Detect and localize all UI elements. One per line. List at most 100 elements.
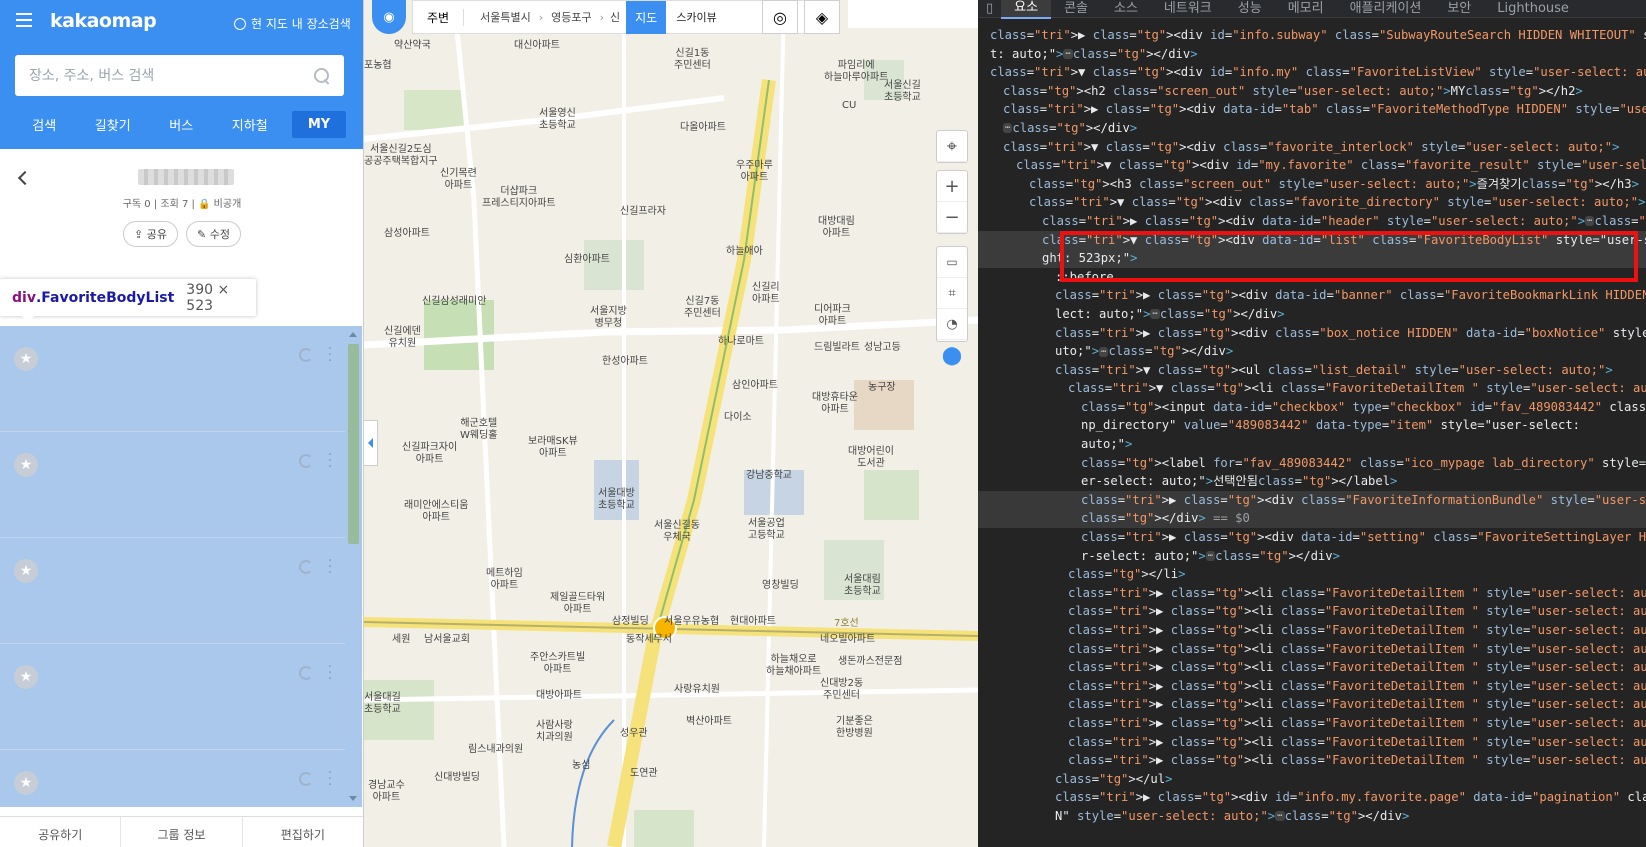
map-poi-label[interactable]: 생돈까스전문점: [838, 656, 902, 668]
map-poi-label[interactable]: 심환아파트: [564, 254, 610, 266]
map-poi-label[interactable]: 세원: [392, 634, 410, 646]
tab-directions[interactable]: 길찾기: [79, 115, 148, 134]
refresh-icon[interactable]: [299, 560, 313, 574]
map-poi-label[interactable]: 신길7동 주민센터: [684, 296, 721, 320]
map-poi-label[interactable]: 대방아파트: [536, 690, 582, 702]
tab-security[interactable]: 보안: [1434, 0, 1484, 18]
tab-bus[interactable]: 버스: [147, 115, 216, 134]
dom-node-line[interactable]: class="tri">▼ class="tg"><li class="Favo…: [978, 379, 1646, 398]
refresh-icon[interactable]: [299, 454, 313, 468]
map-poi-label[interactable]: 서울지방 병무청: [590, 306, 627, 330]
map-poi-label[interactable]: 사랑유치원: [674, 684, 720, 696]
tab-console[interactable]: 콘솔: [1051, 0, 1101, 18]
dom-node-line[interactable]: class="tg"></ul>: [978, 770, 1646, 789]
dom-node-line[interactable]: class="tg"><h2 class="screen_out" style=…: [978, 82, 1646, 101]
pin-marker-icon[interactable]: ⬤: [936, 340, 968, 372]
radius-tool-icon[interactable]: ◔: [937, 309, 967, 340]
map-poi-label[interactable]: CU: [842, 100, 856, 112]
dom-node-line[interactable]: auto;">: [978, 435, 1646, 454]
map-poi-label[interactable]: 신길파크자이 아파트: [402, 442, 457, 466]
refresh-icon[interactable]: [299, 772, 313, 786]
favorite-item[interactable]: ★ · · ·: [0, 432, 345, 538]
tab-search[interactable]: 검색: [10, 115, 79, 134]
map-poi-label[interactable]: 도연관: [630, 768, 658, 780]
edit-list-button[interactable]: 편집하기: [243, 817, 363, 847]
more-options-icon[interactable]: · · ·: [327, 554, 333, 580]
refresh-icon[interactable]: [299, 348, 313, 362]
map-poi-label[interactable]: 서울대방 초등학교: [598, 488, 635, 512]
distance-tool-icon[interactable]: ▭: [937, 247, 967, 278]
nearby-button[interactable]: 주변: [413, 8, 465, 26]
breadcrumb-dong[interactable]: 신: [604, 9, 626, 25]
zoom-out-button[interactable]: −: [937, 202, 967, 233]
map-poi-label[interactable]: 다올아파트: [680, 122, 726, 134]
map-poi-label[interactable]: 경남교수 아파트: [368, 780, 405, 804]
dom-node-line[interactable]: uto;"> ⋯ class="tg"></div>: [978, 342, 1646, 361]
favorite-item[interactable]: ★ · · ·: [0, 750, 345, 807]
dom-node-line[interactable]: class="tri">▶ class="tg"><div id="info.m…: [978, 788, 1646, 807]
tab-my[interactable]: MY: [292, 111, 346, 138]
dom-node-line[interactable]: class="tri">▼ class="tg"><ul class="list…: [978, 361, 1646, 380]
group-info-button[interactable]: 그룹 정보: [121, 817, 243, 847]
map-poi-label[interactable]: 드림빌라트: [814, 342, 860, 354]
breadcrumb-district[interactable]: 영등포구: [543, 9, 599, 25]
map-poi-label[interactable]: 서울공업 고등학교: [748, 518, 785, 542]
dom-node-line[interactable]: r-select: auto;"> ⋯ class="tg"></div>: [978, 547, 1646, 566]
dom-node-line[interactable]: class="tri">▶ class="tg"><li class="Favo…: [978, 677, 1646, 696]
dom-node-line[interactable]: class="tri">▶ class="tg"><li class="Favo…: [978, 602, 1646, 621]
menu-icon[interactable]: [16, 13, 32, 27]
map-poi-label[interactable]: 농구장: [868, 382, 896, 394]
dom-node-line[interactable]: N" style="user-select: auto;"> ⋯ class="tg…: [978, 807, 1646, 826]
dom-node-line[interactable]: class="tri">▶ class="tg"><div class="box…: [978, 324, 1646, 343]
map-poi-label[interactable]: 래미안에스티움 아파트: [404, 500, 468, 524]
map-poi-label[interactable]: 신길에덴 유치원: [384, 326, 421, 350]
map-poi-label[interactable]: 메트하임 아파트: [486, 568, 523, 592]
share-button[interactable]: ⇪ 공유: [123, 221, 178, 247]
map-poi-label[interactable]: 디어파크 아파트: [814, 304, 851, 328]
tab-performance[interactable]: 성능: [1225, 0, 1275, 18]
dom-node-line[interactable]: class="tri">▶ class="tg"><li class="Favo…: [978, 714, 1646, 733]
map-poi-label[interactable]: 대방대림 아파트: [818, 216, 855, 240]
dom-node-line[interactable]: class="tri">▶ class="tg"><li class="Favo…: [978, 658, 1646, 677]
map-poi-label[interactable]: 신대방2동 주민센터: [820, 678, 863, 702]
dom-node-line[interactable]: er-select: auto;">선택안됨class="tg"></label…: [978, 472, 1646, 491]
star-icon[interactable]: ★: [14, 347, 38, 371]
dom-node-line[interactable]: class="tri">▶ class="tg"><div data-id="s…: [978, 528, 1646, 547]
scroll-up-icon[interactable]: [349, 332, 357, 337]
map-poi-label[interactable]: 삼인아파트: [732, 380, 778, 392]
map-poi-label[interactable]: 한성아파트: [602, 356, 648, 368]
map-poi-label[interactable]: 성우관: [620, 728, 648, 740]
map-poi-label[interactable]: 삼정빌딩: [612, 616, 649, 628]
map-poi-label[interactable]: 신길리 아파트: [752, 282, 780, 306]
map-poi-label[interactable]: 농심: [572, 760, 590, 772]
breadcrumb-city[interactable]: 서울특별시: [464, 9, 539, 25]
map-poi-label[interactable]: 성남고등: [864, 342, 901, 354]
dom-node-line[interactable]: class="tg"><input data-id="checkbox" typ…: [978, 398, 1646, 417]
map-poi-label[interactable]: 동작세무서: [626, 634, 672, 646]
tab-application[interactable]: 애플리케이션: [1337, 0, 1435, 18]
map-poi-label[interactable]: 서울대림 초등학교: [844, 574, 881, 598]
edit-button[interactable]: ✎ 수정: [186, 221, 241, 247]
dom-node-line[interactable]: class="tri">▶ class="tg"><div data-id="t…: [978, 100, 1646, 119]
dom-node-line[interactable]: class="tri">▶ class="tg"><li class="Favo…: [978, 733, 1646, 752]
search-icon[interactable]: [314, 67, 330, 84]
kakaomap-logo[interactable]: kakaomap: [50, 10, 157, 32]
map-poi-label[interactable]: 약산약국: [394, 40, 431, 52]
devtools-device-icon[interactable]: ▯: [978, 0, 1001, 18]
map-poi-label[interactable]: 대신아파트: [514, 40, 560, 52]
favorite-item[interactable]: ★ · · ·: [0, 644, 345, 750]
star-icon[interactable]: ★: [14, 665, 38, 689]
map-poi-label[interactable]: 서울신길동 우체국: [654, 520, 700, 544]
tab-network[interactable]: 네트워크: [1151, 0, 1225, 18]
dom-node-line[interactable]: class="tri">▶ class="tg"><li class="Favo…: [978, 695, 1646, 714]
map-poi-label[interactable]: 파임리에 하늘마루아파트: [824, 60, 888, 84]
map-view-button[interactable]: 지도: [626, 0, 667, 34]
map-poi-label[interactable]: 하나로마트: [718, 336, 764, 348]
dom-node-line[interactable]: class="tri">▶ class="tg"><li class="Favo…: [978, 751, 1646, 770]
more-options-icon[interactable]: · · ·: [327, 660, 333, 686]
dom-node-line[interactable]: class="tri">▶ class="tg"><li class="Favo…: [978, 584, 1646, 603]
map-poi-label[interactable]: 현대아파트: [730, 616, 776, 628]
dom-node-line[interactable]: class="tri">▶ class="tg"><div id="info.s…: [978, 26, 1646, 45]
dom-node-line[interactable]: class="tri">▶ class="tg"><li class="Favo…: [978, 640, 1646, 659]
star-icon[interactable]: ★: [14, 771, 38, 795]
